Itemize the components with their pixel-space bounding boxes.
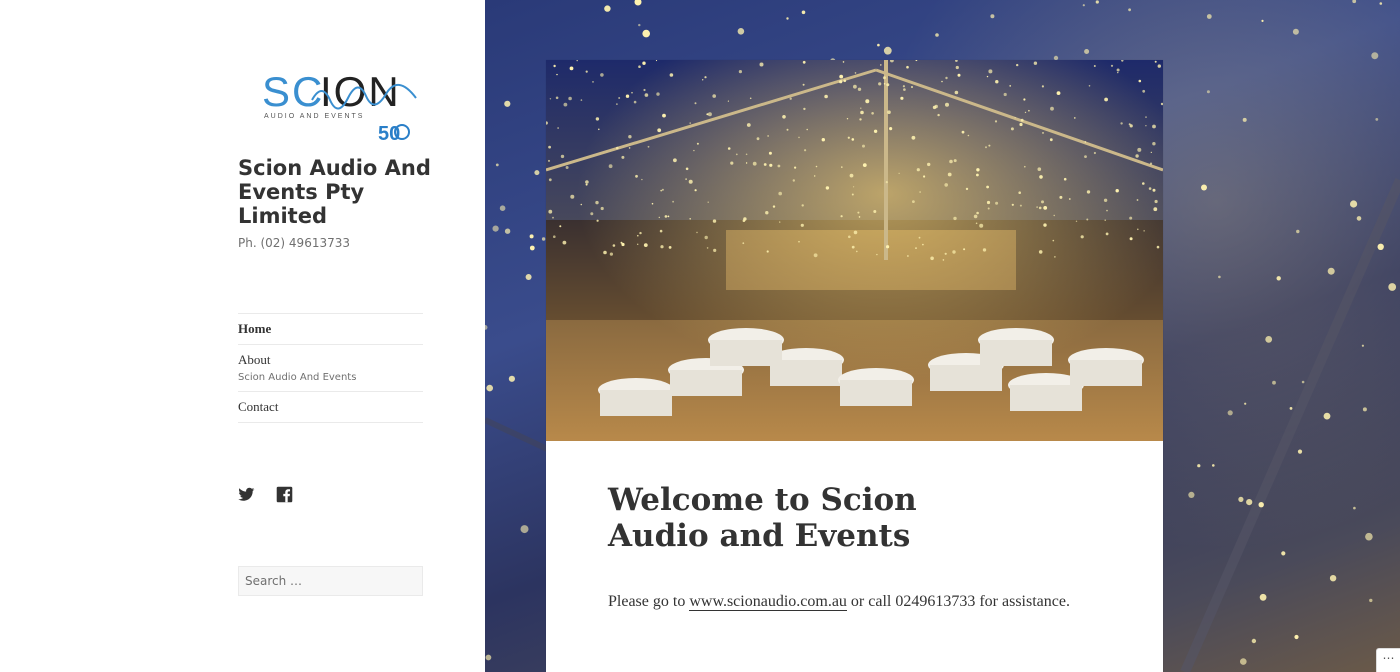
nav-item-contact[interactable]: Contact [238,392,423,423]
nav-item-description: Scion Audio And Events [238,372,357,383]
logo-text-dark: ION [320,70,401,115]
website-link[interactable]: www.scionaudio.com.au [689,593,847,611]
nav-item-home[interactable]: Home [238,314,423,345]
search-input[interactable] [238,566,423,596]
entry-text-before: Please go to [608,593,690,610]
more-options-button[interactable]: ⋯ [1376,648,1400,672]
entry-text-after: or call 0249613733 for assistance. [846,593,1070,610]
facebook-icon[interactable] [276,486,293,503]
nav-item-label: Contact [238,399,279,414]
article-card: Welcome to Scion Audio and Events Please… [546,60,1163,672]
logo-subtext: AUDIO AND EVENTS [264,113,364,120]
featured-image [546,60,1163,441]
sidebar: SC ION AUDIO AND EVENTS 50 Scion Audio A… [0,0,485,672]
main-navigation: Home About Scion Audio And Events Contac… [238,313,423,423]
social-links [238,486,293,503]
nav-item-label: About [238,352,271,367]
logo-text-blue: SC [262,70,324,115]
nav-item-label: Home [238,321,272,336]
nav-item-about[interactable]: About Scion Audio And Events [238,345,423,392]
entry-title: Welcome to Scion Audio and Events [608,482,917,554]
entry-content: Please go to www.scionaudio.com.au or ca… [608,591,1070,613]
twitter-icon[interactable] [238,486,255,503]
page: SC ION AUDIO AND EVENTS 50 Scion Audio A… [0,0,1400,672]
site-logo[interactable]: SC ION AUDIO AND EVENTS 50 [262,70,418,148]
site-description: Ph. (02) 49613733 [238,236,350,250]
site-title[interactable]: Scion Audio And Events Pty Limited [238,156,438,228]
